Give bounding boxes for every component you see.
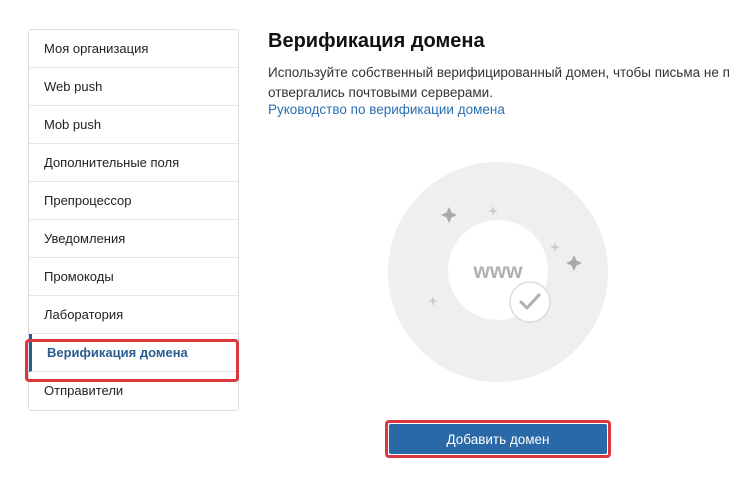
domain-illustration: www	[388, 162, 608, 382]
sidebar-item-preprocessor[interactable]: Препроцессор	[29, 182, 238, 220]
check-badge	[509, 281, 551, 323]
page-description: Используйте собственный верифицированный…	[268, 63, 749, 103]
sidebar-item-my-organization[interactable]: Моя организация	[29, 30, 238, 68]
sidebar-item-senders[interactable]: Отправители	[29, 372, 238, 410]
settings-sidebar: Моя организация Web push Mob push Дополн…	[28, 29, 239, 411]
sidebar-item-notifications[interactable]: Уведомления	[29, 220, 238, 258]
sidebar-item-additional-fields[interactable]: Дополнительные поля	[29, 144, 238, 182]
add-domain-button[interactable]: Добавить домен	[389, 424, 607, 454]
sidebar-item-laboratory[interactable]: Лаборатория	[29, 296, 238, 334]
sidebar-item-mob-push[interactable]: Mob push	[29, 106, 238, 144]
verification-guide-link[interactable]: Руководство по верификации домена	[268, 102, 505, 117]
page-title: Верификация домена	[268, 30, 485, 52]
sidebar-item-web-push[interactable]: Web push	[29, 68, 238, 106]
description-line-1: Используйте собственный верифицированный…	[268, 65, 730, 80]
sidebar-item-promocodes[interactable]: Промокоды	[29, 258, 238, 296]
description-line-2: отвергались почтовыми серверами.	[268, 85, 493, 100]
illustration-www-text: www	[472, 260, 523, 283]
sidebar-item-domain-verification[interactable]: Верификация домена	[29, 334, 238, 372]
